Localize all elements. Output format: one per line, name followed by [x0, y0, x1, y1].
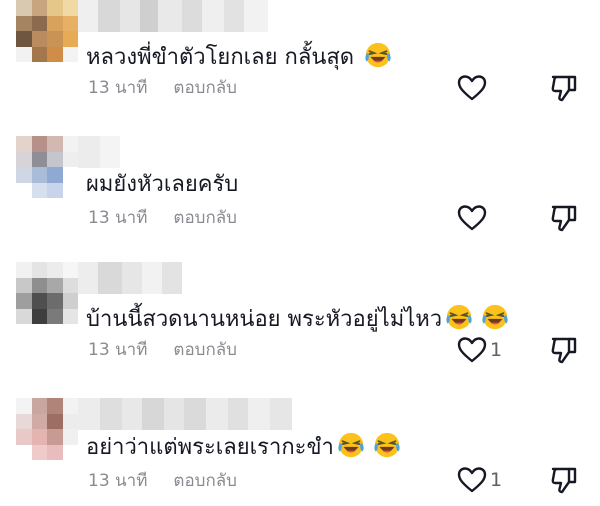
- reply-button[interactable]: ตอบกลับ: [173, 340, 237, 360]
- timestamp: 13 นาที: [88, 340, 148, 360]
- comment-text: อย่าว่าแต่พระเลยเรากะขำ: [86, 430, 402, 463]
- username-blurred[interactable]: [78, 262, 182, 294]
- heart-icon[interactable]: [456, 464, 488, 496]
- avatar[interactable]: [16, 398, 78, 460]
- laughing-tears-emoji-icon: [446, 304, 472, 330]
- heart-icon[interactable]: [456, 334, 488, 366]
- thumbs-down-icon[interactable]: [549, 73, 579, 103]
- comment-text-content: หลวงพี่ขำตัวโยกเลย กลั้นสุด: [86, 45, 355, 70]
- heart-icon[interactable]: [456, 202, 488, 234]
- laughing-tears-emoji-icon: [338, 432, 364, 458]
- thumbs-down-icon[interactable]: [549, 203, 579, 233]
- laughing-tears-emoji-icon: [482, 304, 508, 330]
- comment-text-content: อย่าว่าแต่พระเลยเรากะขำ: [86, 435, 334, 460]
- timestamp: 13 นาที: [88, 78, 148, 98]
- timestamp: 13 นาที: [88, 471, 148, 491]
- username-blurred[interactable]: [78, 0, 268, 32]
- reply-button[interactable]: ตอบกลับ: [173, 208, 237, 228]
- comment-meta: 13 นาที ตอบกลับ: [88, 77, 237, 99]
- reply-button[interactable]: ตอบกลับ: [173, 78, 237, 98]
- heart-icon[interactable]: [456, 72, 488, 104]
- comment-text-content: ผมยังหัวเลยครับ: [86, 172, 239, 197]
- laughing-tears-emoji-icon: [374, 432, 400, 458]
- comment-text: หลวงพี่ขำตัวโยกเลย กลั้นสุด: [86, 40, 393, 73]
- reply-button[interactable]: ตอบกลับ: [173, 471, 237, 491]
- avatar[interactable]: [16, 136, 78, 198]
- comment-text: บ้านนี้สวดนานหน่อย พระหัวอยู่ไม่ไหว: [86, 302, 510, 335]
- comment-meta: 13 นาที ตอบกลับ: [88, 207, 237, 229]
- avatar[interactable]: [16, 0, 78, 62]
- timestamp: 13 นาที: [88, 208, 148, 228]
- like-count: 1: [490, 469, 503, 491]
- comment-text: ผมยังหัวเลยครับ: [86, 170, 238, 200]
- avatar[interactable]: [16, 262, 78, 324]
- like-count: 1: [490, 339, 503, 361]
- thumbs-down-icon[interactable]: [549, 465, 579, 495]
- username-blurred[interactable]: [78, 398, 292, 430]
- laughing-tears-emoji-icon: [365, 42, 391, 68]
- thumbs-down-icon[interactable]: [549, 335, 579, 365]
- comment-text-content: บ้านนี้สวดนานหน่อย พระหัวอยู่ไม่ไหว: [86, 307, 443, 332]
- comment-meta: 13 นาที ตอบกลับ: [88, 339, 237, 361]
- username-blurred[interactable]: [78, 136, 120, 168]
- comment-meta: 13 นาที ตอบกลับ: [88, 470, 237, 492]
